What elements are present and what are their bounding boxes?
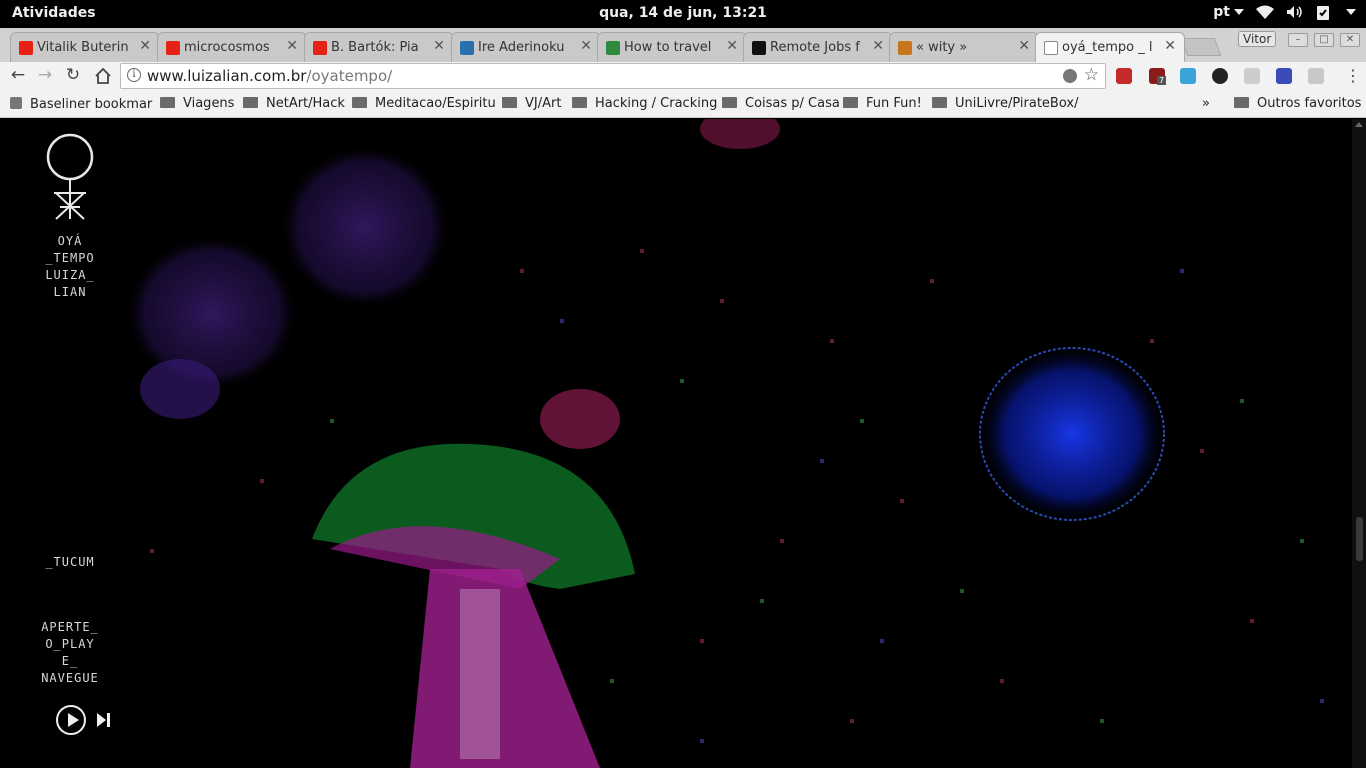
site-icon	[606, 41, 620, 55]
close-icon[interactable]: ✕	[1164, 38, 1176, 54]
oya-tempo-logo[interactable]	[46, 133, 94, 221]
forward-icon[interactable]: →	[34, 65, 56, 85]
site-icon	[752, 41, 766, 55]
skip-next-icon[interactable]	[97, 713, 113, 727]
youtube-icon	[313, 41, 327, 55]
background-artwork	[126, 119, 1324, 768]
folder-icon	[572, 97, 587, 108]
language-indicator[interactable]: pt	[1213, 4, 1244, 20]
address-bar[interactable]: i www.luizalian.com.br/oyatempo/ ☆	[120, 63, 1106, 89]
tab-strip: Vitalik Buterin ✕ microcosmos ✕ B. Bartók:…	[0, 28, 1366, 62]
chat-icon[interactable]	[1244, 68, 1260, 84]
folder-icon	[843, 97, 858, 108]
menu-icon[interactable]: ⋮	[1345, 66, 1361, 85]
close-icon[interactable]: ✕	[872, 38, 884, 54]
home-icon[interactable]	[92, 68, 114, 84]
info-icon[interactable]: i	[127, 68, 141, 82]
close-icon[interactable]: ✕	[286, 38, 298, 54]
maximize-icon[interactable]: □	[1314, 33, 1334, 47]
blocked-content-icon[interactable]	[1063, 69, 1077, 83]
tab-ire-aderinoku[interactable]: Ire Aderinoku ✕	[451, 32, 601, 62]
folder-icon	[722, 97, 737, 108]
tucum-link[interactable]: _TUCUM	[0, 554, 140, 571]
ublock-icon[interactable]: 7	[1149, 68, 1167, 85]
new-tab-button[interactable]	[1180, 38, 1222, 56]
folder-icon	[932, 97, 947, 108]
clipboard-icon[interactable]	[1316, 4, 1330, 20]
bookmark-folder-coisas[interactable]: Coisas p/ Casa	[722, 96, 840, 111]
tab-microcosmos[interactable]: microcosmos ✕	[157, 32, 307, 62]
scroll-up-icon[interactable]	[1355, 122, 1363, 127]
close-icon[interactable]: ✕	[726, 38, 738, 54]
bookmark-star-icon[interactable]: ☆	[1084, 65, 1099, 85]
bookmarks-overflow-icon[interactable]: »	[1202, 96, 1210, 111]
bookmarks-bar: Baseliner bookmar Viagens NetArt/Hack Me…	[0, 90, 1366, 118]
youtube-icon	[19, 41, 33, 55]
bookmark-folder-other[interactable]: Outros favoritos	[1234, 96, 1361, 111]
scrollbar-thumb[interactable]	[1356, 517, 1363, 561]
play-icon[interactable]	[56, 705, 86, 735]
window-close-icon[interactable]: ✕	[1340, 33, 1360, 47]
folder-icon	[243, 97, 258, 108]
folder-icon	[502, 97, 517, 108]
bookmark-folder-hacking[interactable]: Hacking / Cracking	[572, 96, 717, 111]
star-site-icon	[898, 41, 912, 55]
page-icon	[1044, 41, 1058, 55]
instruction-text: APERTE_ O_PLAY E_ NAVEGUE	[41, 620, 99, 685]
skype-icon[interactable]	[1180, 68, 1196, 84]
tab-vitalik[interactable]: Vitalik Buterin ✕	[10, 32, 160, 62]
page-content: OYÁ _TEMPO LUIZA_ LIAN _TUCUM APERTE_ O_…	[0, 119, 1352, 768]
system-top-bar: Atividades qua, 14 de jun, 13:21 pt	[0, 0, 1366, 28]
folder-icon	[160, 97, 175, 108]
close-icon[interactable]: ✕	[580, 38, 592, 54]
wifi-icon[interactable]	[1256, 5, 1274, 19]
close-icon[interactable]: ✕	[139, 38, 151, 54]
reload-icon[interactable]: ↻	[62, 65, 84, 85]
url-text[interactable]: www.luizalian.com.br/oyatempo/	[147, 67, 392, 85]
volume-icon[interactable]	[1286, 5, 1304, 19]
profile-button[interactable]: Vitor	[1238, 31, 1277, 47]
folder-icon	[1234, 97, 1249, 108]
cast-icon[interactable]	[1308, 68, 1324, 84]
bookmark-folder-unilivre[interactable]: UniLivre/PirateBox/	[932, 96, 1078, 111]
tab-how-to-travel[interactable]: How to travel ✕	[597, 32, 747, 62]
site-title[interactable]: OYÁ _TEMPO LUIZA_ LIAN	[0, 233, 140, 301]
youtube-icon	[166, 41, 180, 55]
browser-toolbar: ← → ↻ i www.luizalian.com.br/oyatempo/ ☆…	[0, 62, 1366, 90]
tab-wity[interactable]: « wity » ✕	[889, 32, 1039, 62]
power-menu-icon[interactable]	[1342, 4, 1356, 20]
extension-icon[interactable]	[1116, 68, 1132, 84]
close-icon[interactable]: ✕	[433, 38, 445, 54]
extension-blue-icon[interactable]	[1276, 68, 1292, 84]
back-icon[interactable]: ←	[7, 65, 29, 85]
scrollbar[interactable]	[1352, 119, 1366, 768]
bookmark-folder-vj-art[interactable]: VJ/Art	[502, 96, 561, 111]
close-icon[interactable]: ✕	[1018, 38, 1030, 54]
gnome-icon[interactable]	[1212, 68, 1228, 84]
folder-icon	[352, 97, 367, 108]
bookmark-folder-viagens[interactable]: Viagens	[160, 96, 234, 111]
avatar-icon	[460, 41, 474, 55]
bookmark-folder-fun[interactable]: Fun Fun!	[843, 96, 922, 111]
tab-oya-tempo[interactable]: oyá_tempo _ l ✕	[1035, 32, 1185, 62]
bookmark-folder-meditacao[interactable]: Meditacao/Espiritu	[352, 96, 496, 111]
system-tray: pt	[1213, 4, 1356, 20]
bookmark-folder-netart[interactable]: NetArt/Hack	[243, 96, 345, 111]
page-icon	[10, 97, 22, 109]
tab-remote-jobs[interactable]: Remote Jobs f ✕	[743, 32, 893, 62]
tab-bartok[interactable]: B. Bartók: Pia ✕	[304, 32, 454, 62]
bookmark-baseliner[interactable]: Baseliner bookmar	[10, 96, 152, 112]
chevron-down-icon	[1234, 9, 1244, 15]
minimize-icon[interactable]: –	[1288, 33, 1308, 47]
system-clock[interactable]: qua, 14 de jun, 13:21	[0, 5, 1366, 21]
